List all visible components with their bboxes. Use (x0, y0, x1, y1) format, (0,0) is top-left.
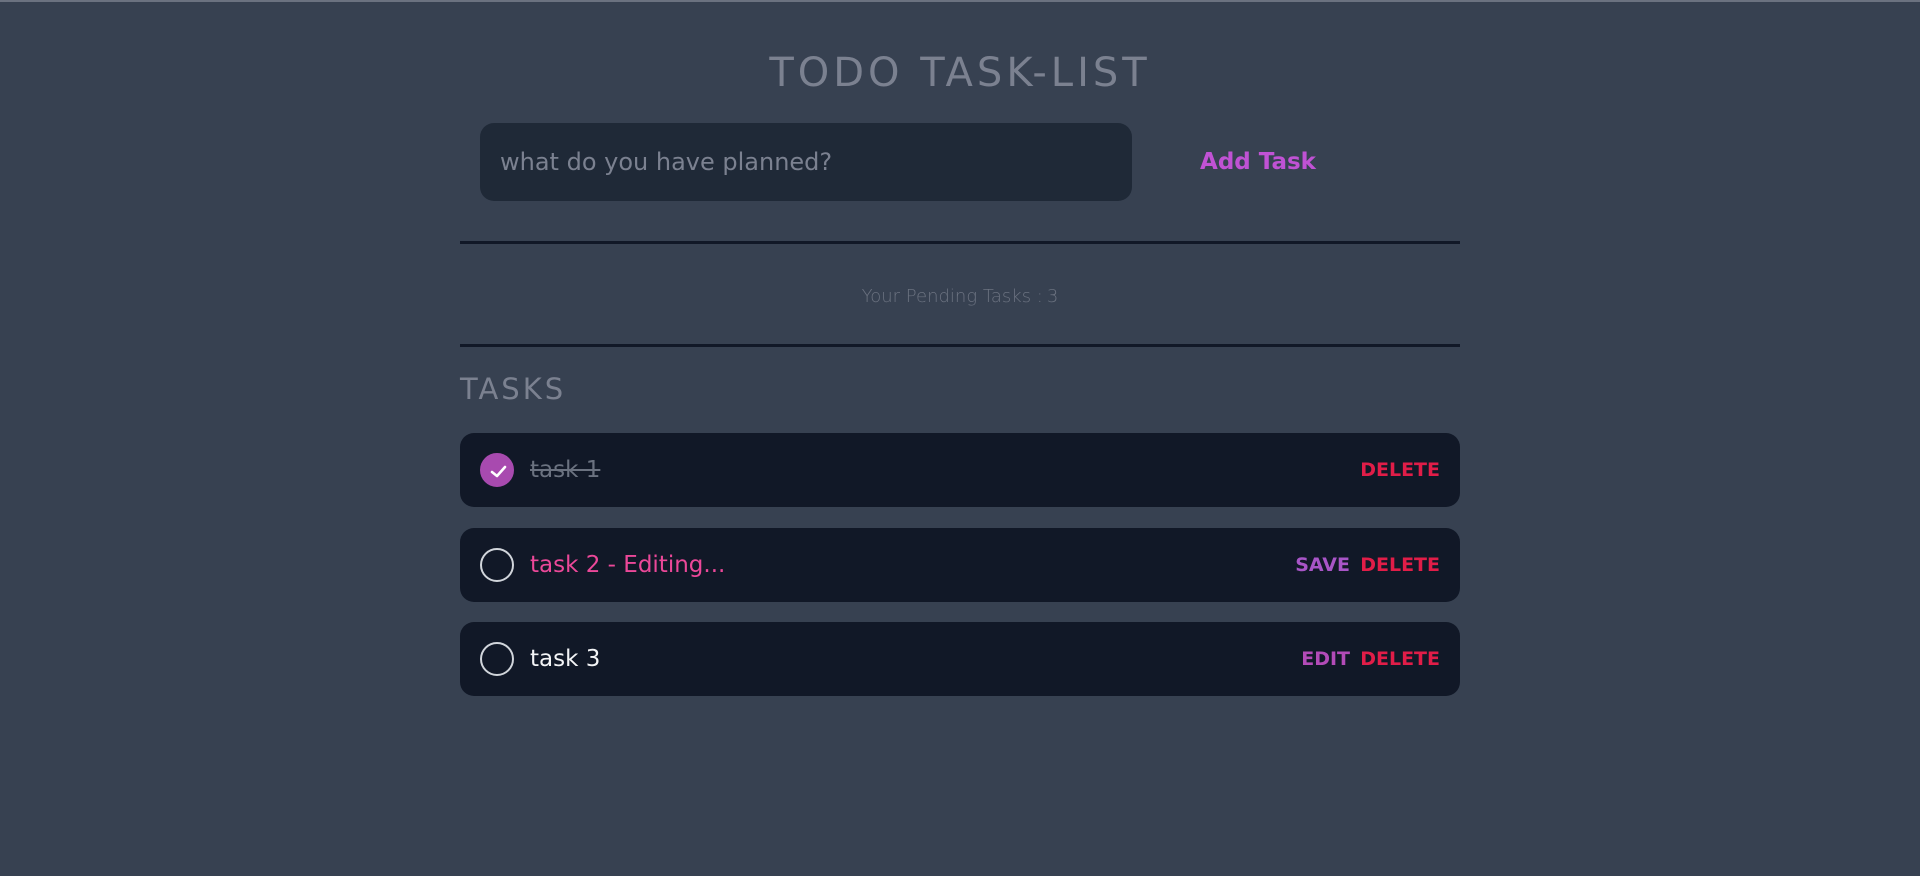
delete-task-button[interactable]: DELETE (1360, 622, 1440, 696)
task-item: task 3 EDIT DELETE (460, 622, 1460, 696)
tasks-section-title: TASKS (460, 372, 567, 406)
divider-top (460, 241, 1460, 244)
save-task-button[interactable]: SAVE (1295, 528, 1350, 602)
delete-task-button[interactable]: DELETE (1360, 433, 1440, 507)
task-text: task 1 (530, 457, 601, 483)
window-top-border (0, 0, 1920, 2)
task-item: task 1 DELETE (460, 433, 1460, 507)
task-text-editing[interactable]: task 2 - Editing... (530, 528, 725, 602)
divider-bottom (460, 344, 1460, 347)
check-icon (490, 465, 507, 478)
pending-tasks-counter: Your Pending Tasks :3 (460, 286, 1460, 307)
edit-task-button[interactable]: EDIT (1301, 622, 1350, 696)
task-text: task 3 (530, 646, 601, 672)
new-task-input[interactable] (480, 123, 1132, 201)
task-item-editing: task 2 - Editing... SAVE DELETE (460, 528, 1460, 602)
add-task-button[interactable]: Add Task (1150, 138, 1366, 186)
pending-tasks-count: 3 (1046, 286, 1059, 307)
task-checkbox[interactable] (480, 548, 514, 582)
task-checkbox[interactable] (480, 642, 514, 676)
task-checkbox-checked[interactable] (480, 453, 514, 487)
pending-tasks-label: Your Pending Tasks : (861, 286, 1043, 307)
delete-task-button[interactable]: DELETE (1360, 528, 1440, 602)
page-title: TODO TASK-LIST (769, 50, 1151, 96)
